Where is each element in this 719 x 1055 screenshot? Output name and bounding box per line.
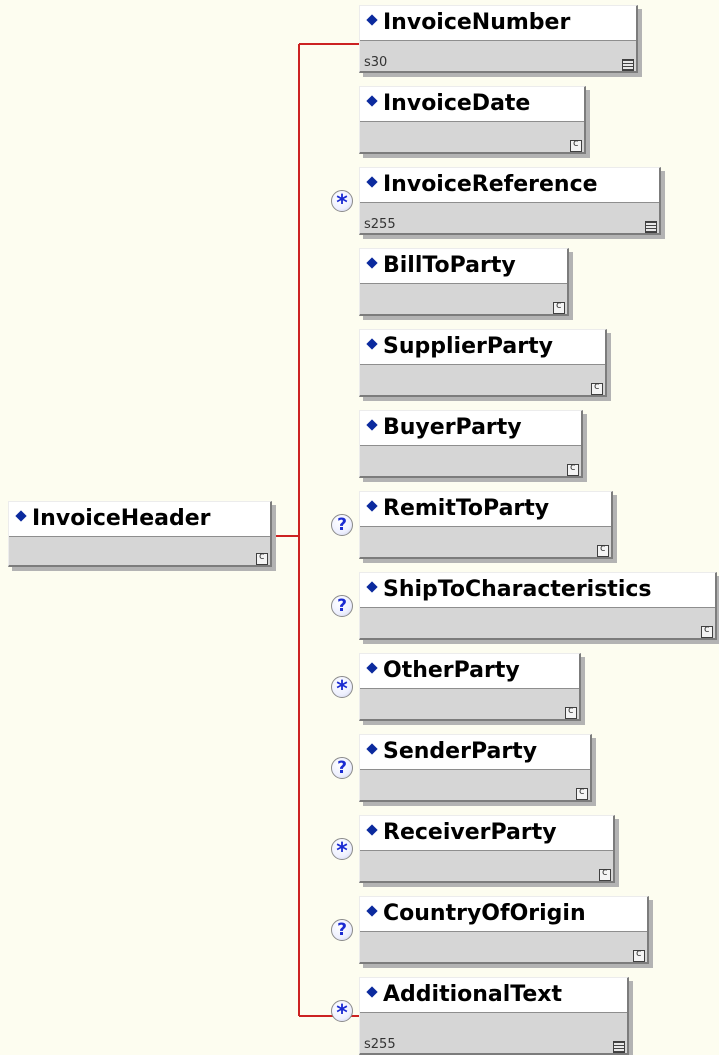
element-header: RemitToParty (360, 492, 611, 527)
element-box-ship-to-characteristics[interactable]: ShipToCharacteristics (359, 572, 717, 640)
element-name: BillToParty (383, 253, 516, 278)
element-header: AdditionalText (360, 978, 627, 1013)
complex-type-icon[interactable] (567, 461, 579, 476)
element-diamond-icon (15, 510, 27, 522)
element-box-additional-text[interactable]: AdditionalText s255 (359, 977, 629, 1055)
element-name: InvoiceNumber (383, 10, 571, 35)
optional-icon: ? (331, 919, 353, 941)
simple-type-icon[interactable] (645, 221, 657, 233)
optional-icon: ? (331, 595, 353, 617)
root-element-box[interactable]: InvoiceHeader (8, 501, 272, 567)
element-diamond-icon (366, 905, 378, 917)
element-header: InvoiceDate (360, 87, 584, 122)
element-diamond-icon (366, 986, 378, 998)
complex-type-icon[interactable] (633, 947, 645, 962)
optional-icon: ? (331, 757, 353, 779)
element-box-bill-to-party[interactable]: BillToParty (359, 248, 569, 316)
element-box-supplier-party[interactable]: SupplierParty (359, 329, 607, 397)
element-name: OtherParty (383, 658, 520, 683)
element-name: ReceiverParty (383, 820, 557, 845)
element-name: CountryOfOrigin (383, 901, 586, 926)
complex-type-icon[interactable] (553, 299, 565, 314)
element-header: ShipToCharacteristics (360, 573, 715, 608)
element-diamond-icon (366, 581, 378, 593)
element-box-invoice-reference[interactable]: InvoiceReference s255 (359, 167, 661, 235)
element-diamond-icon (366, 14, 378, 26)
element-name: ShipToCharacteristics (383, 577, 652, 602)
zero-or-more-icon: * (331, 838, 353, 864)
element-box-receiver-party[interactable]: ReceiverParty (359, 815, 615, 883)
element-header: InvoiceReference (360, 168, 659, 203)
element-diamond-icon (366, 743, 378, 755)
element-diamond-icon (366, 176, 378, 188)
element-header: InvoiceNumber (360, 6, 636, 41)
zero-or-more-icon: * (331, 190, 353, 216)
element-name: BuyerParty (383, 415, 522, 440)
complex-type-icon[interactable] (570, 137, 582, 152)
root-element-name: InvoiceHeader (32, 506, 211, 531)
element-header: ReceiverParty (360, 816, 613, 851)
element-box-other-party[interactable]: OtherParty (359, 653, 581, 721)
element-box-invoice-date[interactable]: InvoiceDate (359, 86, 586, 154)
element-header: OtherParty (360, 654, 579, 689)
element-name: SupplierParty (383, 334, 553, 359)
root-element-header: InvoiceHeader (9, 502, 270, 537)
element-box-sender-party[interactable]: SenderParty (359, 734, 592, 802)
element-facet: s255 (364, 217, 396, 232)
element-name: AdditionalText (383, 982, 562, 1007)
complex-type-icon[interactable] (599, 866, 611, 881)
element-name: InvoiceDate (383, 91, 531, 116)
element-name: SenderParty (383, 739, 538, 764)
element-header: CountryOfOrigin (360, 897, 647, 932)
complex-type-icon[interactable] (591, 380, 603, 395)
complex-type-icon[interactable] (256, 550, 268, 565)
complex-type-icon[interactable] (576, 785, 588, 800)
element-box-buyer-party[interactable]: BuyerParty (359, 410, 583, 478)
element-box-invoice-number[interactable]: InvoiceNumber s30 (359, 5, 638, 73)
element-header: BillToParty (360, 249, 567, 284)
zero-or-more-icon: * (331, 676, 353, 702)
element-facet: s255 (364, 1037, 396, 1052)
element-header: SupplierParty (360, 330, 605, 365)
element-box-country-of-origin[interactable]: CountryOfOrigin (359, 896, 649, 964)
complex-type-icon[interactable] (597, 542, 609, 557)
complex-type-icon[interactable] (701, 623, 713, 638)
element-diamond-icon (366, 95, 378, 107)
element-diamond-icon (366, 662, 378, 674)
element-header: SenderParty (360, 735, 590, 770)
complex-type-icon[interactable] (565, 704, 577, 719)
element-diamond-icon (366, 500, 378, 512)
zero-or-more-icon: * (331, 1000, 353, 1026)
simple-type-icon[interactable] (613, 1041, 625, 1053)
simple-type-icon[interactable] (622, 59, 634, 71)
element-box-remit-to-party[interactable]: RemitToParty (359, 491, 613, 559)
element-diamond-icon (366, 419, 378, 431)
element-diamond-icon (366, 338, 378, 350)
element-name: InvoiceReference (383, 172, 598, 197)
element-diamond-icon (366, 257, 378, 269)
element-facet: s30 (364, 55, 388, 70)
element-name: RemitToParty (383, 496, 550, 521)
element-diamond-icon (366, 824, 378, 836)
element-header: BuyerParty (360, 411, 581, 446)
optional-icon: ? (331, 514, 353, 536)
